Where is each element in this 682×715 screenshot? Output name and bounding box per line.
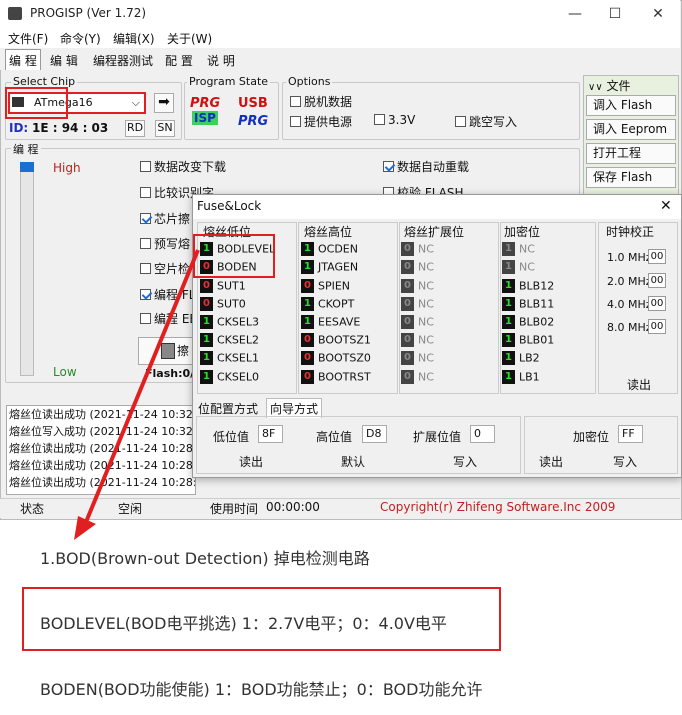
note-bodlevel: BODLEVEL(BOD电平挑选) 1：2.7V电平；0：4.0V电平: [40, 614, 447, 633]
note-boden: BODEN(BOD功能使能) 1：BOD功能禁止；0：BOD功能允许: [40, 680, 483, 699]
note-bod-title: 1.BOD(Brown-out Detection) 掉电检测电路: [40, 549, 370, 568]
